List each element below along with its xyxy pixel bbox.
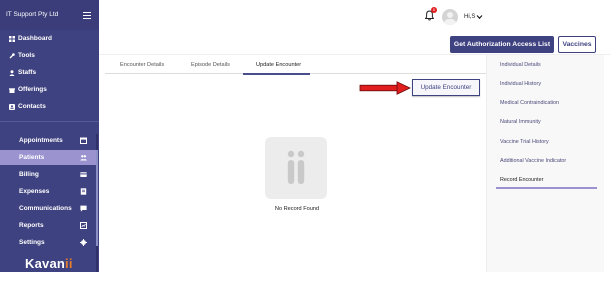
brand-row: IT Support Pty Ltd — [0, 0, 99, 30]
company-name: IT Support Pty Ltd — [6, 11, 59, 18]
vaccines-button[interactable]: Vaccines — [558, 36, 596, 53]
sidebar-item-offerings[interactable]: Offerings — [0, 83, 99, 97]
sidebar-item-settings[interactable]: Settings — [0, 235, 96, 250]
sidebar-item-tools[interactable]: Tools — [0, 49, 99, 63]
contact-icon — [9, 104, 15, 110]
no-record-text: No Record Found — [274, 206, 320, 212]
tab-update-encounter[interactable]: Update Encounter — [256, 62, 301, 68]
right-menu-vaccine-trial-history[interactable]: Vaccine Trial History — [500, 139, 549, 145]
card-icon — [80, 172, 87, 177]
right-menu-medical-contraindication[interactable]: Medical Contraindication — [500, 100, 559, 106]
sidebar-item-label: Patients — [19, 154, 45, 161]
gear-icon — [80, 239, 87, 246]
user-icon — [9, 70, 15, 76]
right-menu-individual-details[interactable]: Individual Details — [500, 62, 541, 68]
sidebar-item-label: Staffs — [18, 69, 37, 76]
sidebar-item-patients[interactable]: Patients — [0, 150, 96, 165]
sidebar-item-label: Offerings — [18, 86, 47, 93]
right-menu-natural-immunity[interactable]: Natural Immunity — [500, 119, 541, 125]
active-tab-indicator — [243, 73, 310, 75]
sidebar-divider — [0, 121, 99, 122]
encounter-tabs: Encounter Details Episode Details Update… — [105, 58, 486, 74]
update-encounter-button[interactable]: Update Encounter — [412, 79, 480, 96]
sidebar-scrollbar-thumb[interactable] — [96, 150, 98, 246]
kavanii-logo: Kavanii — [25, 256, 73, 271]
receipt-icon — [80, 188, 87, 195]
sidebar-item-label: Reports — [19, 222, 44, 229]
right-menu-record-encounter[interactable]: Record Encounter — [500, 177, 543, 183]
avatar[interactable] — [442, 9, 458, 25]
sidebar-item-label: Billing — [19, 171, 39, 178]
tab-episode-details[interactable]: Episode Details — [191, 62, 230, 68]
bottom-margin — [0, 272, 610, 282]
right-menu-active-indicator — [496, 187, 597, 189]
calendar-icon — [80, 137, 87, 144]
sidebar-item-expenses[interactable]: Expenses — [0, 184, 96, 199]
sidebar-item-label: Contacts — [18, 103, 46, 110]
report-icon — [80, 222, 87, 229]
chevron-down-icon[interactable] — [476, 14, 483, 20]
red-arrow-annotation — [359, 81, 411, 95]
sidebar-item-label: Appointments — [19, 137, 63, 144]
sidebar-item-staffs[interactable]: Staffs — [0, 66, 99, 80]
sidebar-item-communications[interactable]: Communications — [0, 201, 96, 216]
sidebar-item-label: Communications — [19, 205, 72, 212]
sidebar: IT Support Pty Ltd Dashboard Tools Staff… — [0, 0, 99, 272]
grid-icon — [9, 36, 15, 42]
right-menu-additional-vaccine-indicator[interactable]: Additional Vaccine Indicator — [500, 158, 566, 164]
empty-state-icon — [265, 137, 327, 199]
sidebar-item-label: Expenses — [19, 188, 50, 195]
user-greeting[interactable]: Hi,S — [464, 14, 475, 20]
sidebar-item-label: Tools — [18, 52, 35, 59]
sidebar-item-appointments[interactable]: Appointments — [0, 133, 96, 148]
menu-toggle-icon[interactable] — [83, 12, 91, 20]
notification-badge: 0 — [431, 7, 437, 13]
right-menu-individual-history[interactable]: Individual History — [500, 81, 541, 87]
top-header — [99, 0, 610, 34]
sidebar-item-contacts[interactable]: Contacts — [0, 100, 99, 114]
tab-encounter-details[interactable]: Encounter Details — [120, 62, 164, 68]
sidebar-item-dashboard[interactable]: Dashboard — [0, 32, 99, 46]
sidebar-item-label: Settings — [19, 239, 45, 246]
sidebar-item-label: Dashboard — [18, 35, 52, 42]
wrench-icon — [9, 53, 15, 59]
gift-icon — [9, 88, 15, 93]
people-icon — [80, 155, 87, 161]
get-authorization-access-list-button[interactable]: Get Authorization Access List — [450, 36, 554, 53]
sidebar-item-billing[interactable]: Billing — [0, 167, 96, 182]
sidebar-item-reports[interactable]: Reports — [0, 218, 96, 233]
app-root: IT Support Pty Ltd Dashboard Tools Staff… — [0, 0, 610, 282]
chat-icon — [80, 205, 87, 212]
